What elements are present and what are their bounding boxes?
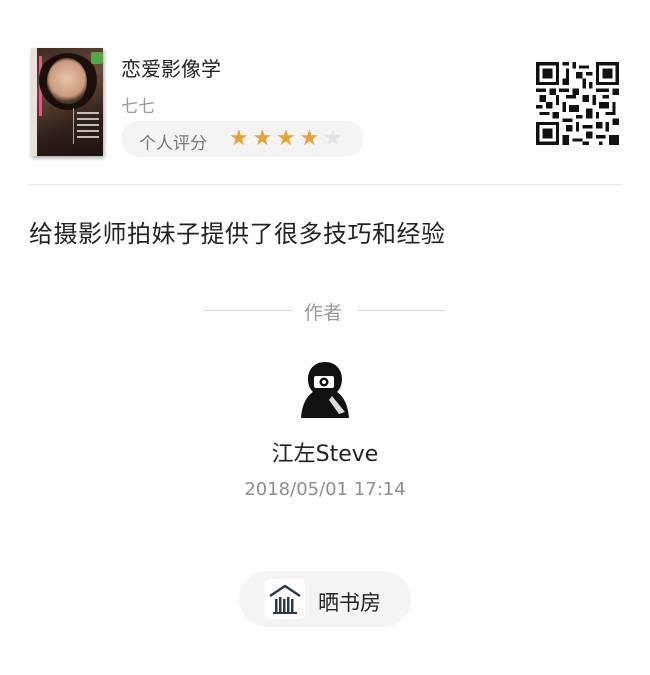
avatar[interactable] (299, 360, 351, 420)
section-divider-left (204, 310, 292, 311)
bookshelf-icon (265, 579, 305, 619)
star-filled-icon: ★ (252, 126, 273, 151)
section-label: 作者 (304, 302, 343, 324)
share-label: 晒书房 (318, 591, 381, 615)
book-author: 七七 (121, 97, 155, 117)
review-text: 给摄影师拍妹子提供了很多技巧和经验 (29, 220, 446, 248)
book-cover (31, 48, 103, 156)
rating-stars: ★ ★ ★ ★ ★ (229, 127, 347, 151)
star-filled-icon: ★ (299, 126, 320, 151)
post-date: 2018/05/01 17:14 (244, 479, 406, 500)
author-name[interactable]: 江左Steve (0, 436, 650, 468)
header-divider (29, 184, 622, 185)
book-title: 恋爱影像学 (121, 57, 221, 81)
star-empty-icon: ★ (323, 126, 343, 151)
qr-code (536, 62, 619, 145)
section-divider-right (357, 310, 445, 311)
rating-label: 个人评分 (139, 134, 207, 154)
share-bookshelf-button[interactable]: 晒书房 (239, 571, 411, 627)
star-filled-icon: ★ (229, 126, 249, 151)
rating-pill: 个人评分 ★ ★ ★ ★ ★ (121, 121, 364, 157)
star-filled-icon: ★ (276, 126, 296, 151)
